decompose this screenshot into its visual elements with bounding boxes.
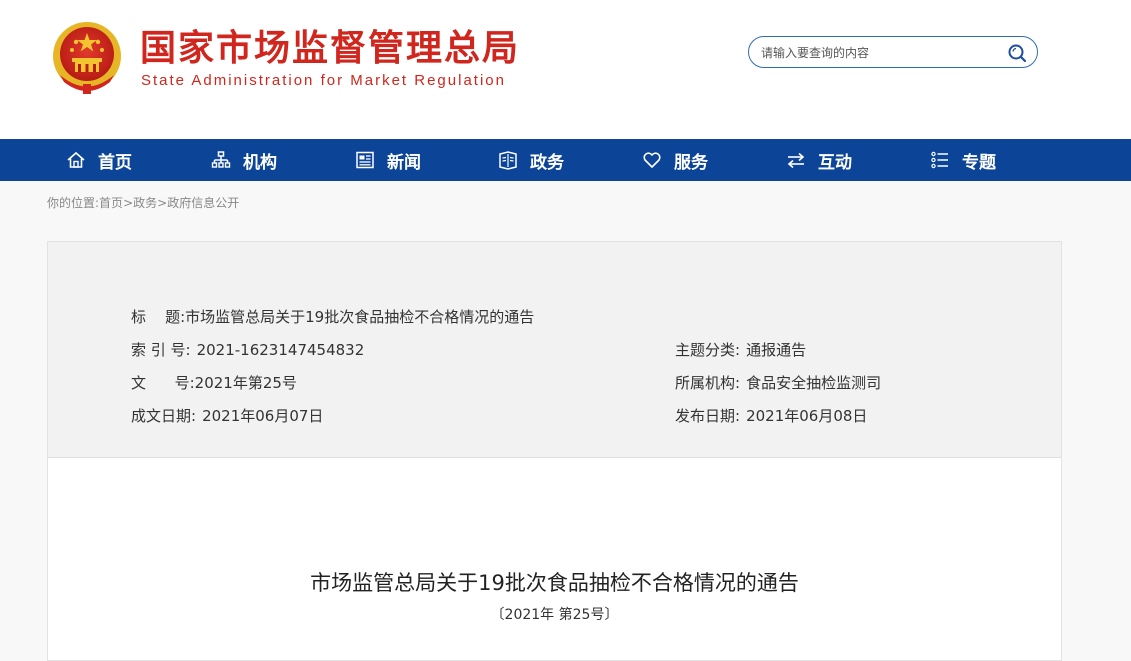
meta-org-value: 食品安全抽检监测司 [746,374,882,392]
main-nav: 首页 机构 新闻 政务 服务 互动 专题 [0,139,1131,181]
breadcrumb-home[interactable]: 首页 [99,196,123,210]
meta-title: 标 题:市场监管总局关于19批次食品抽检不合格情况的通告 [131,306,534,327]
national-emblem-icon[interactable] [50,20,124,96]
affairs-icon [499,151,517,170]
meta-info: 标 题:市场监管总局关于19批次食品抽检不合格情况的通告 索 引 号: 2021-… [48,242,1061,458]
meta-topic-label: 主题分类: [675,341,741,359]
site-title[interactable]: 国家市场监督管理总局 [140,28,520,70]
site-header: 国家市场监督管理总局 State Administration for Mark… [0,0,1131,139]
exchange-icon [787,152,805,169]
meta-topic: 主题分类: 通报通告 [675,339,806,360]
search-input[interactable] [759,42,1003,64]
breadcrumb-prefix: 你的位置: [47,196,100,210]
nav-label: 政务 [530,152,564,173]
meta-published: 发布日期: 2021年06月08日 [675,405,867,426]
meta-published-value: 2021年06月08日 [746,407,868,425]
article-panel: 标 题:市场监管总局关于19批次食品抽检不合格情况的通告 索 引 号: 2021-… [47,241,1062,661]
nav-label: 专题 [962,152,996,173]
meta-title-label: 标 题: [131,308,186,326]
nav-item-home[interactable]: 首页 [66,139,132,181]
meta-docno-value: 2021年第25号 [194,374,297,392]
breadcrumb: 你的位置:首页>政务>政府信息公开 [47,194,239,211]
meta-index-label: 索 引 号: [131,341,191,359]
breadcrumb-gov-info[interactable]: 政府信息公开 [167,196,239,210]
nav-label: 机构 [243,152,277,173]
nav-label: 互动 [818,152,852,173]
meta-index: 索 引 号: 2021-1623147454832 [131,339,364,360]
meta-created: 成文日期: 2021年06月07日 [131,405,323,426]
meta-index-value: 2021-1623147454832 [196,341,365,359]
nav-item-topic[interactable]: 专题 [930,139,996,181]
search-icon[interactable] [1007,43,1027,63]
nav-label: 新闻 [387,152,421,173]
home-icon [67,151,85,168]
meta-topic-value: 通报通告 [746,341,807,359]
meta-title-value: 市场监管总局关于19批次食品抽检不合格情况的通告 [185,308,535,326]
breadcrumb-separator: > [123,196,134,210]
nav-item-news[interactable]: 新闻 [355,139,421,181]
heart-icon [643,152,661,168]
meta-org-label: 所属机构: [675,374,741,392]
nav-item-interact[interactable]: 互动 [786,139,852,181]
nav-item-affairs[interactable]: 政务 [498,139,564,181]
org-icon [211,151,231,168]
meta-org: 所属机构: 食品安全抽检监测司 [675,372,881,393]
nav-label: 首页 [98,152,132,173]
meta-created-value: 2021年06月07日 [202,407,324,425]
topic-icon [931,151,948,169]
site-subtitle[interactable]: State Administration for Market Regulati… [141,72,506,89]
document-number: 〔2021年 第25号〕 [490,607,619,623]
meta-docno-label: 文 号: [131,374,195,392]
meta-docno: 文 号:2021年第25号 [131,372,297,393]
nav-item-service[interactable]: 服务 [642,139,708,181]
meta-published-label: 发布日期: [675,407,741,425]
news-icon [356,151,374,169]
meta-created-label: 成文日期: [131,407,197,425]
document-title: 市场监管总局关于19批次食品抽检不合格情况的通告 [310,571,799,595]
breadcrumb-affairs[interactable]: 政务 [133,196,157,210]
nav-label: 服务 [674,152,708,173]
nav-item-org[interactable]: 机构 [211,139,277,181]
breadcrumb-separator: > [157,196,168,210]
search-box [748,36,1038,68]
